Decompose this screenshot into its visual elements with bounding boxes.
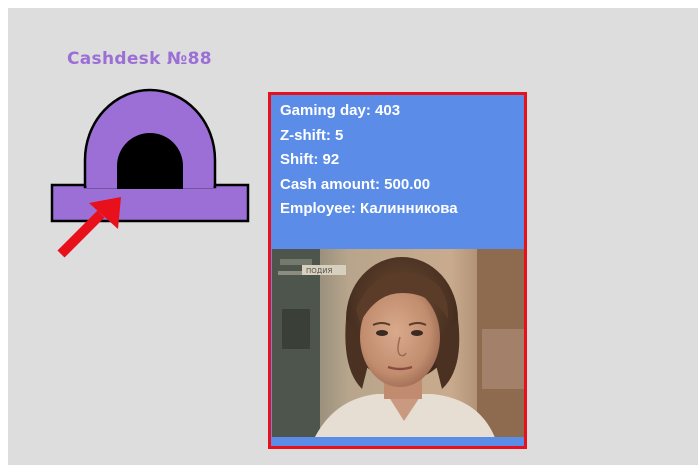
gaming-day-line: Gaming day: 403 — [280, 102, 401, 119]
employee-line: Employee: Калинникова — [280, 200, 458, 217]
cashdesk-title: Cashdesk №88 — [67, 49, 212, 69]
camera-label: ПОДИЯ — [306, 267, 332, 275]
employee-camera-snapshot: ПОДИЯ — [272, 249, 524, 443]
cash-amount-line: Cash amount: 500.00 — [280, 175, 431, 193]
cashdesk-info-popup[interactable]: Gaming day: 403 Z-shift: 5 Shift: 92 Cas… — [268, 92, 527, 449]
z-shift-line: Z-shift: 5 — [280, 126, 344, 144]
info-list: Gaming day: 403 Z-shift: 5 Shift: 92 Cas… — [280, 99, 520, 222]
red-arrow-icon — [55, 195, 125, 264]
shift-line: Shift: 92 — [280, 151, 340, 168]
